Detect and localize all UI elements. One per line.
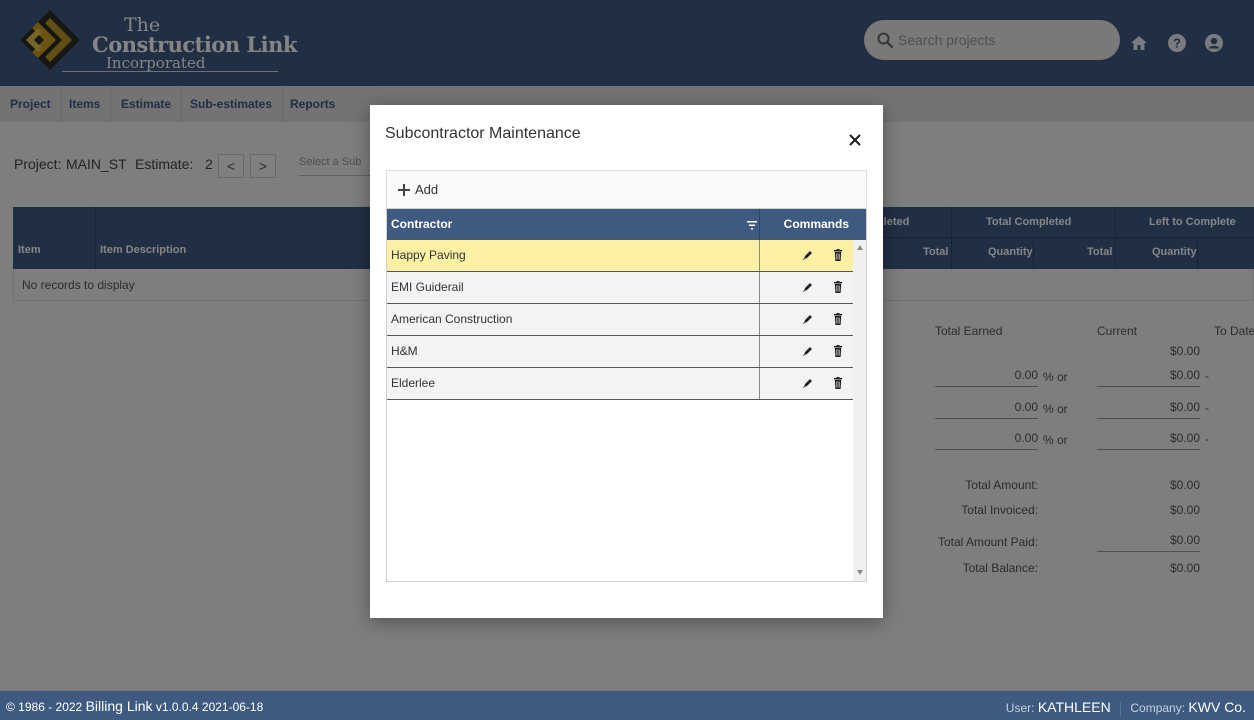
delete-icon[interactable]	[831, 248, 845, 262]
modal-toolbar: Add	[386, 170, 867, 208]
modal-title: Subcontractor Maintenance	[385, 125, 581, 142]
scroll-up-icon[interactable]	[857, 245, 863, 250]
subcontractor-modal: Subcontractor Maintenance Add Contractor…	[370, 105, 883, 618]
contractor-row[interactable]: American Construction	[387, 304, 853, 336]
table-scrollbar[interactable]	[853, 240, 866, 581]
add-button[interactable]: Add	[397, 181, 438, 199]
user-value: KATHLEEN	[1037, 699, 1111, 715]
edit-icon[interactable]	[801, 312, 815, 326]
contractor-name: EMI Guiderail	[387, 272, 760, 303]
edit-icon[interactable]	[801, 344, 815, 358]
app-footer: © 1986 - 2022 Billing Link v1.0.0.4 2021…	[0, 691, 1254, 720]
app-version: v1.0.0.4 2021-06-18	[155, 700, 264, 714]
user-label: User:	[1005, 701, 1035, 715]
copyright: © 1986 - 2022	[6, 700, 83, 714]
plus-icon	[398, 184, 410, 196]
delete-icon[interactable]	[831, 344, 845, 358]
close-icon[interactable]	[845, 130, 865, 150]
add-button-label: Add	[415, 182, 439, 197]
edit-icon[interactable]	[801, 376, 815, 390]
delete-icon[interactable]	[831, 376, 845, 390]
contractor-name: Elderlee	[387, 368, 760, 399]
col-contractor[interactable]: Contractor	[387, 209, 760, 240]
delete-icon[interactable]	[831, 312, 845, 326]
edit-icon[interactable]	[801, 280, 815, 294]
contractor-name: Happy Paving	[387, 240, 760, 271]
scroll-down-icon[interactable]	[857, 570, 863, 575]
app-name: Billing Link	[85, 698, 153, 714]
col-contractor-label: Contractor	[391, 217, 453, 231]
company-value: KWV Co.	[1188, 699, 1246, 715]
contractor-row[interactable]: Happy Paving	[387, 240, 853, 272]
filter-icon[interactable]	[747, 220, 757, 230]
edit-icon[interactable]	[801, 248, 815, 262]
contractor-name: H&M	[387, 336, 760, 367]
contractor-row[interactable]: H&M	[387, 336, 853, 368]
delete-icon[interactable]	[831, 280, 845, 294]
contractor-table: Contractor Commands Happy Paving EMI Guid…	[386, 208, 867, 582]
contractor-name: American Construction	[387, 304, 760, 335]
header-scroll-spacer	[853, 209, 866, 240]
company-label: Company:	[1130, 701, 1186, 715]
col-commands: Commands	[760, 209, 853, 240]
contractor-row[interactable]: EMI Guiderail	[387, 272, 853, 304]
contractor-row[interactable]: Elderlee	[387, 368, 853, 400]
